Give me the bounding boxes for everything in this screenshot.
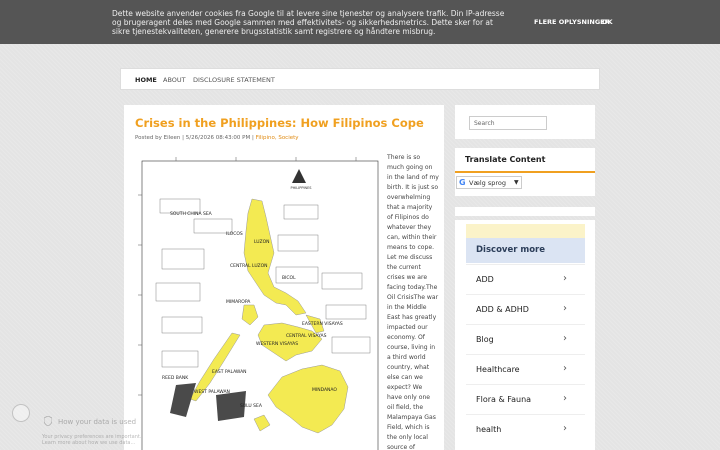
map-label-central-visayas: CENTRAL VISAYAS — [286, 333, 327, 339]
chevron-right-icon: › — [563, 363, 567, 374]
nav-item-disclosure[interactable]: DISCLOSURE STATEMENT — [193, 76, 275, 84]
discover-item-label: Flora & Fauna — [476, 395, 532, 404]
discover-more-panel: Discover more ADD › ADD & ADHD › Blog › … — [466, 224, 585, 450]
nav-item-home[interactable]: HOME — [135, 76, 157, 84]
cookie-consent-bar: Dette website anvender cookies fra Googl… — [0, 0, 720, 44]
post-body-text: There is so much going on in the land of… — [387, 154, 439, 450]
privacy-subtext: Your privacy preferences are important. … — [42, 434, 142, 446]
map-label-west-palawan: WEST PALAWAN — [194, 389, 230, 395]
discover-item-health[interactable]: health › — [466, 414, 585, 445]
philippines-map-image: PHILIPPINES SOUTH CHINA SEA LUZON ILOCOS — [136, 155, 384, 450]
search-widget — [455, 105, 595, 139]
post-date: 5/26/2026 08:43:00 PM — [185, 135, 251, 141]
discover-item-label: Healthcare — [476, 365, 520, 374]
map-label-ilocos: ILOCOS — [226, 231, 243, 237]
discover-item-label: health — [476, 425, 502, 434]
chevron-right-icon: › — [563, 273, 567, 284]
translate-divider — [455, 171, 595, 173]
map-label-luzon: LUZON — [254, 239, 270, 245]
search-input[interactable] — [469, 116, 547, 130]
cookie-ok-button[interactable]: OK — [602, 18, 613, 26]
language-select-label: Vælg sprog — [469, 179, 506, 187]
discover-ad-strip — [466, 224, 585, 238]
chevron-down-icon: ▼ — [514, 179, 519, 186]
discover-item-add[interactable]: ADD › — [466, 264, 585, 295]
translate-widget: Translate Content G Vælg sprog ▼ — [455, 148, 595, 196]
post-author: Posted by Eileen — [135, 135, 181, 141]
google-g-icon: G — [459, 178, 466, 187]
map-label-mindanao: MINDANAO — [312, 387, 337, 393]
blog-post: Crises in the Philippines: How Filipinos… — [124, 105, 444, 450]
chevron-right-icon: › — [563, 303, 567, 314]
chevron-right-icon: › — [563, 333, 567, 344]
language-select[interactable]: G Vælg sprog ▼ — [456, 176, 522, 189]
sidebar-spacer-box — [455, 207, 595, 216]
discover-item-label: Blog — [476, 335, 494, 344]
map-label-bicol: BICOL — [282, 275, 296, 281]
discover-item-label: ADD & ADHD — [476, 305, 529, 314]
map-label-reed-bank: REED BANK — [162, 375, 189, 381]
shield-icon — [44, 416, 52, 426]
top-navigation: HOME ABOUT DISCLOSURE STATEMENT — [120, 68, 600, 90]
chevron-right-icon: › — [563, 393, 567, 404]
discover-item-blog[interactable]: Blog › — [466, 324, 585, 355]
map-label-sulu-sea: SULU SEA — [240, 403, 263, 409]
discover-item-flora-fauna[interactable]: Flora & Fauna › — [466, 384, 585, 415]
more-info-link[interactable]: FLERE OPLYSNINGER — [534, 18, 610, 26]
nav-item-about[interactable]: ABOUT — [163, 76, 186, 84]
post-title[interactable]: Crises in the Philippines: How Filipinos… — [135, 116, 424, 130]
translate-title: Translate Content — [465, 155, 546, 164]
discover-item-add-adhd[interactable]: ADD & ADHD › — [466, 294, 585, 325]
map-label-central-luzon: CENTRAL LUZON — [230, 263, 268, 269]
discover-item-healthcare[interactable]: Healthcare › — [466, 354, 585, 385]
discover-header: Discover more — [466, 238, 585, 263]
discover-title: Discover more — [476, 245, 546, 255]
privacy-shield-icon[interactable] — [12, 404, 30, 422]
discover-item-label: ADD — [476, 275, 494, 284]
map-label-eastern-visayas: EASTERN VISAYAS — [302, 321, 343, 327]
cookie-consent-text: Dette website anvender cookies fra Googl… — [112, 9, 505, 36]
map-label-western-visayas: WESTERN VISAYAS — [256, 341, 298, 347]
map-label-mimaropa: MIMAROPA — [226, 299, 251, 305]
chevron-right-icon: › — [563, 423, 567, 434]
map-label-south-china-sea: SOUTH CHINA SEA — [170, 211, 213, 217]
privacy-title: How your data is used — [58, 418, 137, 426]
map-label-east-palawan: EAST PALAWAN — [212, 369, 247, 375]
tag-filipino-link[interactable]: Filipino — [256, 135, 275, 141]
tag-society-link[interactable]: Society — [278, 135, 298, 141]
post-meta: Posted by Eileen | 5/26/2026 08:43:00 PM… — [135, 135, 299, 141]
map-title: PHILIPPINES — [290, 186, 312, 190]
